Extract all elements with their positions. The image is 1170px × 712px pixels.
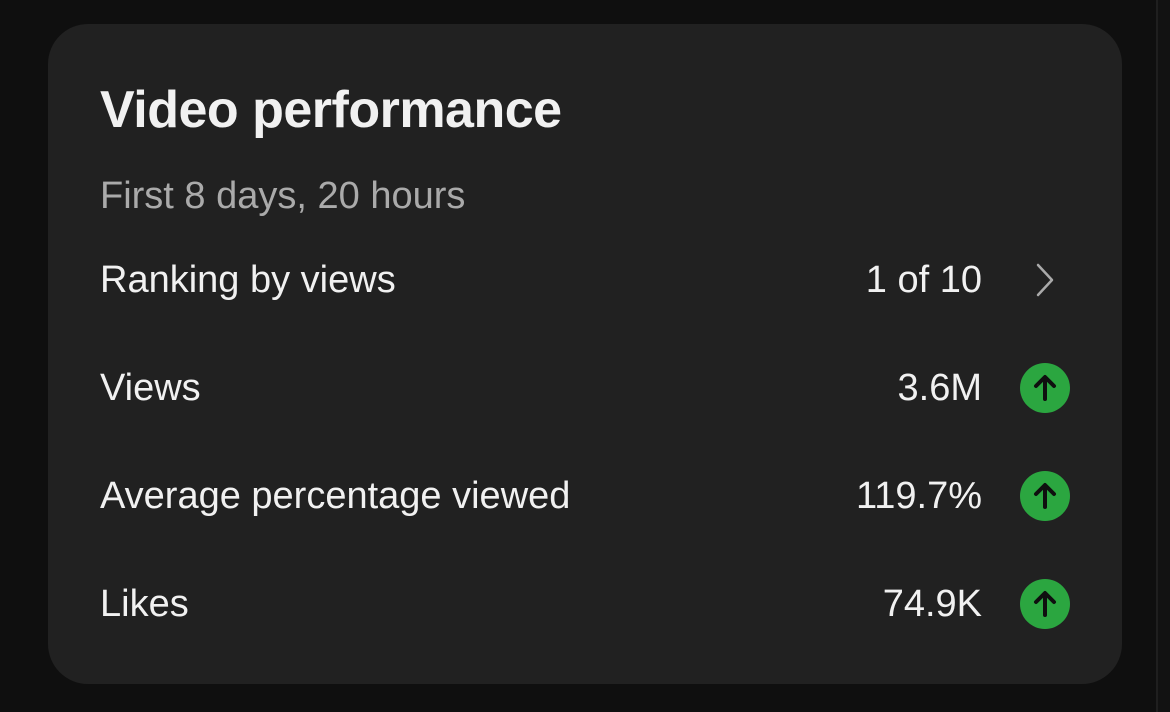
- arrow-up-icon: [1020, 579, 1070, 629]
- video-performance-card: Video performance First 8 days, 20 hours…: [48, 24, 1122, 684]
- row-value: 1 of 10: [865, 258, 982, 301]
- row-label: Views: [100, 366, 201, 409]
- card-subtitle: First 8 days, 20 hours: [100, 175, 466, 217]
- ranking-by-views-row[interactable]: Ranking by views 1 of 10: [100, 250, 1070, 310]
- row-label: Likes: [100, 582, 189, 625]
- card-title: Video performance: [100, 81, 562, 139]
- row-value: 3.6M: [897, 366, 982, 409]
- average-percentage-viewed-row: Average percentage viewed 119.7%: [100, 466, 1070, 526]
- row-value: 74.9K: [882, 582, 982, 625]
- chevron-right-icon[interactable]: [1030, 260, 1060, 300]
- arrow-up-icon: [1020, 363, 1070, 413]
- row-value: 119.7%: [855, 474, 982, 517]
- row-label: Ranking by views: [100, 258, 396, 301]
- arrow-up-icon: [1020, 471, 1070, 521]
- row-label: Average percentage viewed: [100, 474, 571, 517]
- views-row: Views 3.6M: [100, 358, 1070, 418]
- scrollbar-track: [1156, 0, 1170, 712]
- likes-row: Likes 74.9K: [100, 574, 1070, 634]
